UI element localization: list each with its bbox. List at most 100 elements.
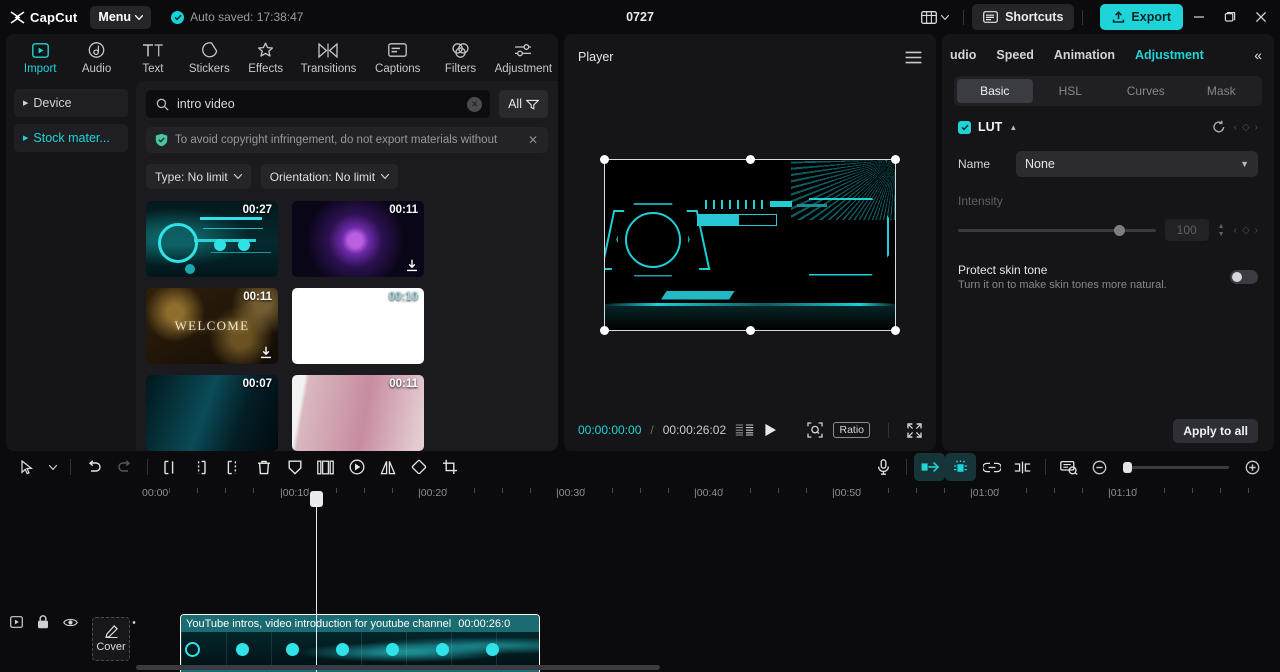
link-icon[interactable] <box>976 453 1007 481</box>
keyframe-prev-icon[interactable]: ‹ <box>1234 122 1237 133</box>
close-button[interactable] <box>1245 0 1276 34</box>
subtab-mask[interactable]: Mask <box>1184 79 1260 103</box>
media-thumbnail[interactable]: 00:11 <box>292 375 424 451</box>
split-icon[interactable] <box>155 453 186 481</box>
sidebar-item-device[interactable]: ▶ Device <box>14 89 128 117</box>
keyframe-add-icon[interactable]: ◇ <box>1242 225 1250 236</box>
tab-stickers[interactable]: Stickers <box>181 35 237 80</box>
tab-audio[interactable]: Audio <box>68 35 124 80</box>
media-thumbnail[interactable]: WELCOME 00:11 <box>146 288 278 364</box>
track-area[interactable]: YouTube intros, video introduction for y… <box>136 491 1280 672</box>
tab-speed[interactable]: Speed <box>986 48 1044 62</box>
subtab-basic[interactable]: Basic <box>957 79 1033 103</box>
resize-handle-bottom-center[interactable] <box>746 325 755 335</box>
player-menu-icon[interactable] <box>905 51 922 64</box>
split-view-icon[interactable] <box>1007 453 1038 481</box>
apply-to-all-button[interactable]: Apply to all <box>1173 419 1258 443</box>
layout-switch-button[interactable] <box>915 7 955 28</box>
select-tool-dropdown-icon[interactable] <box>43 453 63 481</box>
keyframe-controls[interactable]: ‹ ◇ › <box>1234 122 1258 133</box>
shortcuts-button[interactable]: Shortcuts <box>972 4 1075 30</box>
mirror-icon[interactable] <box>372 453 403 481</box>
menu-button[interactable]: Menu <box>90 5 152 29</box>
tab-filters[interactable]: Filters <box>432 35 488 80</box>
close-notice-icon[interactable]: ✕ <box>526 133 540 147</box>
sidebar-item-stock-materials[interactable]: ▶ Stock mater... <box>14 124 128 152</box>
maximize-button[interactable] <box>1214 0 1245 34</box>
lut-name-select[interactable]: None ▼ <box>1016 151 1258 177</box>
resize-handle-bottom-right[interactable] <box>891 325 900 335</box>
collapse-panel-icon[interactable]: « <box>1242 47 1274 63</box>
download-icon[interactable] <box>406 259 418 272</box>
redo-icon[interactable] <box>109 453 140 481</box>
filter-all-button[interactable]: All <box>499 90 548 118</box>
track-type-video-icon[interactable] <box>10 616 23 628</box>
timeline-horizontal-scrollbar[interactable] <box>136 665 1276 670</box>
zoom-out-icon[interactable] <box>1084 453 1115 481</box>
freeze-frame-icon[interactable] <box>310 453 341 481</box>
media-thumbnail[interactable]: 00:27 <box>146 201 278 277</box>
visibility-eye-icon[interactable] <box>63 617 78 628</box>
lut-checkbox[interactable] <box>958 120 971 134</box>
delete-icon[interactable] <box>248 453 279 481</box>
zoom-fit-icon[interactable] <box>807 422 824 438</box>
playhead-grip[interactable] <box>310 491 323 507</box>
media-thumbnail[interactable]: 00:10 <box>292 288 424 364</box>
tab-adjustment[interactable]: Adjustment <box>489 35 558 80</box>
tab-captions[interactable]: Captions <box>363 35 432 80</box>
undo-icon[interactable] <box>78 453 109 481</box>
timeline-clip[interactable]: YouTube intros, video introduction for y… <box>180 614 540 672</box>
trim-right-icon[interactable] <box>217 453 248 481</box>
crop-icon[interactable] <box>434 453 465 481</box>
magnet-snap-icon[interactable] <box>945 453 976 481</box>
select-tool-icon[interactable] <box>12 453 43 481</box>
keyframe-prev-icon[interactable]: ‹ <box>1234 225 1237 236</box>
lock-icon[interactable] <box>37 615 49 629</box>
preview-render-icon[interactable] <box>1053 453 1084 481</box>
rotate-icon[interactable] <box>403 453 434 481</box>
mark-icon[interactable] <box>279 453 310 481</box>
media-thumbnail[interactable]: 00:11 <box>292 201 424 277</box>
tab-effects[interactable]: Effects <box>238 35 294 80</box>
resize-handle-top-right[interactable] <box>891 154 900 164</box>
tab-transitions[interactable]: Transitions <box>294 35 363 80</box>
intensity-slider[interactable] <box>958 224 1156 236</box>
tab-adjustment-properties[interactable]: Adjustment <box>1125 48 1214 62</box>
play-button[interactable] <box>764 423 777 437</box>
tab-text[interactable]: Text <box>125 35 181 80</box>
intensity-keyframe-controls[interactable]: ‹ ◇ › <box>1234 225 1258 236</box>
ratio-button[interactable]: Ratio <box>833 422 870 438</box>
reset-icon[interactable] <box>1212 120 1226 134</box>
media-thumbnail[interactable]: 00:07 <box>146 375 278 451</box>
subtab-curves[interactable]: Curves <box>1108 79 1184 103</box>
trim-left-icon[interactable] <box>186 453 217 481</box>
download-icon[interactable] <box>260 346 272 359</box>
zoom-in-icon[interactable] <box>1237 453 1268 481</box>
subtab-hsl[interactable]: HSL <box>1033 79 1109 103</box>
timeline-ruler[interactable]: 00:00 |00:10 |00:20 |00:30 |00:40 |00:50… <box>136 483 1280 505</box>
search-input[interactable]: intro video ✕ <box>146 90 491 118</box>
keyframe-next-icon[interactable]: › <box>1255 225 1258 236</box>
slider-knob[interactable] <box>1114 224 1126 236</box>
tab-import[interactable]: Import <box>12 35 68 80</box>
filter-orientation-dropdown[interactable]: Orientation: No limit <box>260 164 399 189</box>
cover-button[interactable]: Cover <box>92 617 130 661</box>
intensity-stepper[interactable]: ▲ ▼ <box>1218 223 1225 238</box>
zoom-slider[interactable] <box>1123 461 1229 473</box>
resize-handle-bottom-left[interactable] <box>600 325 609 335</box>
stepper-down-icon[interactable]: ▼ <box>1218 231 1225 238</box>
tab-audio-properties[interactable]: udio <box>944 48 986 62</box>
frame-view-icon[interactable] <box>735 424 755 436</box>
clear-search-icon[interactable]: ✕ <box>467 96 483 112</box>
video-selection-box[interactable] <box>600 154 900 335</box>
export-button[interactable]: Export <box>1100 4 1183 30</box>
intensity-value[interactable]: 100 <box>1164 219 1209 241</box>
microphone-icon[interactable] <box>868 453 899 481</box>
resize-handle-top-left[interactable] <box>600 154 609 164</box>
minimize-button[interactable] <box>1183 0 1214 34</box>
fullscreen-icon[interactable] <box>907 422 922 438</box>
stepper-up-icon[interactable]: ▲ <box>1218 223 1225 230</box>
resize-handle-top-center[interactable] <box>746 154 755 164</box>
chevron-up-icon[interactable]: ▲ <box>1009 123 1017 132</box>
filter-type-dropdown[interactable]: Type: No limit <box>146 164 251 189</box>
